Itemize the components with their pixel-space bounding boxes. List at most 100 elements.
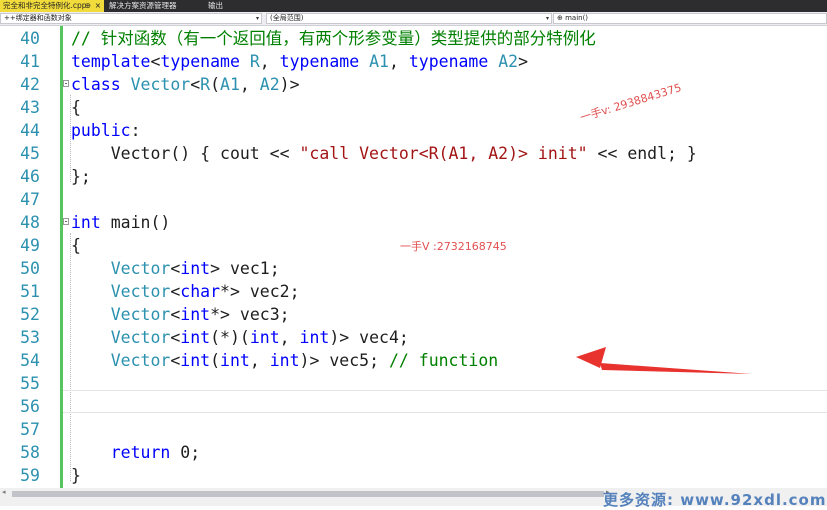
line-number: 59 xyxy=(20,466,40,485)
navigation-bar: ++绑定器和函数对象 ▾ (全局范围) ▾ ⊕ main() xyxy=(0,12,827,26)
code-token: return xyxy=(110,443,171,462)
tab-label: 完全和非完全特例化.cpp xyxy=(3,1,87,10)
code-token: ( xyxy=(210,351,221,370)
line-number: 49 xyxy=(20,236,40,255)
code-line[interactable]: return 0; xyxy=(71,441,200,464)
code-line[interactable]: Vector<int> vec1; xyxy=(71,257,280,280)
global-scope-label: (全局范围) xyxy=(270,14,304,22)
code-token: int xyxy=(180,351,211,370)
line-number: 48 xyxy=(20,213,40,232)
line-number: 47 xyxy=(20,190,40,209)
code-token: int xyxy=(220,351,250,370)
arrow-head xyxy=(576,347,606,368)
code-line[interactable]: Vector<int*> vec3; xyxy=(71,303,290,326)
member-label: ⊕ main() xyxy=(557,14,589,22)
member-dropdown[interactable]: ⊕ main() xyxy=(553,13,827,24)
chevron-down-icon: ▾ xyxy=(545,15,549,22)
code-line[interactable]: Vector<int(int, int)> vec5; // function xyxy=(71,349,498,372)
code-token: < xyxy=(170,259,181,278)
scroll-left-icon[interactable]: ◂ xyxy=(2,488,6,496)
project-scope-dropdown[interactable]: ++绑定器和函数对象 ▾ xyxy=(0,13,262,24)
code-line[interactable]: template<typename R, typename A1, typena… xyxy=(71,50,528,73)
code-line[interactable]: Vector() { cout << "call Vector<R(A1, A2… xyxy=(71,142,697,165)
code-token: int xyxy=(180,259,211,278)
code-line[interactable]: { xyxy=(71,96,81,119)
code-token: }; xyxy=(71,167,91,186)
code-line[interactable]: class Vector<R(A1, A2)> xyxy=(71,73,300,96)
close-icon[interactable]: × xyxy=(95,0,101,12)
code-token: "call Vector<R(A1, A2)> init" xyxy=(299,144,588,163)
code-editor[interactable]: 40 41 42 43 44 45 46 47 48 49 50 51 52 53 54 55 56 57 58 59… xyxy=(0,26,827,488)
code-token: Vector xyxy=(130,75,191,94)
pin-icon[interactable]: ⊕ xyxy=(85,0,91,12)
code-line[interactable]: Vector<char*> vec2; xyxy=(71,280,300,303)
code-token: (*)( xyxy=(210,328,250,347)
code-token: int xyxy=(180,328,211,347)
current-line-highlight xyxy=(63,390,827,413)
change-indicator-bar xyxy=(60,26,63,488)
code-token: class xyxy=(71,75,121,94)
line-number: 40 xyxy=(20,29,40,48)
line-number: 56 xyxy=(20,397,40,416)
code-token: Vector xyxy=(110,282,171,301)
code-line[interactable]: } xyxy=(71,464,81,487)
code-token: ( xyxy=(210,75,221,94)
code-token: A2 xyxy=(498,52,519,71)
tab-output[interactable]: 输出 xyxy=(205,0,245,12)
code-line[interactable]: { xyxy=(71,234,81,257)
code-token: , xyxy=(259,52,280,71)
code-token: Vector xyxy=(110,305,171,324)
code-line[interactable]: public: xyxy=(71,119,141,142)
code-token: char xyxy=(180,282,221,301)
code-line[interactable]: Vector<int(*)(int, int)> vec4; xyxy=(71,326,409,349)
fold-toggle-icon[interactable] xyxy=(63,218,69,225)
line-number: 41 xyxy=(20,52,40,71)
line-number: 50 xyxy=(20,259,40,278)
code-token: )> xyxy=(279,75,300,94)
code-token: // 针对函数（有一个返回值，有两个形参变量）类型提供的部分特例化 xyxy=(71,29,596,48)
line-number: 55 xyxy=(20,374,40,393)
code-token: Vector() { cout << xyxy=(71,144,300,163)
code-token: int xyxy=(269,351,300,370)
line-number: 52 xyxy=(20,305,40,324)
code-line[interactable]: int main() xyxy=(71,211,170,234)
code-token: , xyxy=(388,52,409,71)
code-token: *> vec3; xyxy=(210,305,290,324)
code-token: } xyxy=(71,466,81,485)
code-token: 0; xyxy=(170,443,201,462)
code-token: > vec1; xyxy=(210,259,280,278)
line-number: 46 xyxy=(20,167,40,186)
code-line[interactable]: // 针对函数（有一个返回值，有两个形参变量）类型提供的部分特例化 xyxy=(71,27,596,50)
tab-solution-explorer[interactable]: 解决方案资源管理器 xyxy=(106,0,201,12)
code-token: main() xyxy=(100,213,171,232)
code-token: typename xyxy=(408,52,489,71)
code-token: )> vec5; xyxy=(299,351,389,370)
scrollbar-thumb[interactable] xyxy=(12,491,604,497)
code-token: < xyxy=(190,75,201,94)
code-token: Vector xyxy=(110,351,171,370)
tab-active-file[interactable]: 完全和非完全特例化.cpp ⊕ × xyxy=(0,0,104,12)
code-token: int xyxy=(180,305,211,324)
code-token: , xyxy=(279,328,300,347)
global-scope-dropdown[interactable]: (全局范围) ▾ xyxy=(266,13,552,24)
code-line[interactable]: }; xyxy=(71,165,91,188)
fold-toggle-icon[interactable] xyxy=(63,80,69,87)
code-token: { xyxy=(71,236,81,255)
code-token: { xyxy=(71,98,81,117)
code-token: // function xyxy=(388,351,499,370)
line-number: 43 xyxy=(20,98,40,117)
code-token: < xyxy=(170,351,181,370)
code-token: , xyxy=(249,351,270,370)
line-number: 54 xyxy=(20,351,40,370)
code-token: : xyxy=(130,121,141,140)
code-token: < xyxy=(150,52,161,71)
line-number: 45 xyxy=(20,144,40,163)
document-tab-bar: 完全和非完全特例化.cpp ⊕ × 解决方案资源管理器 输出 xyxy=(0,0,827,12)
line-number: 58 xyxy=(20,443,40,462)
